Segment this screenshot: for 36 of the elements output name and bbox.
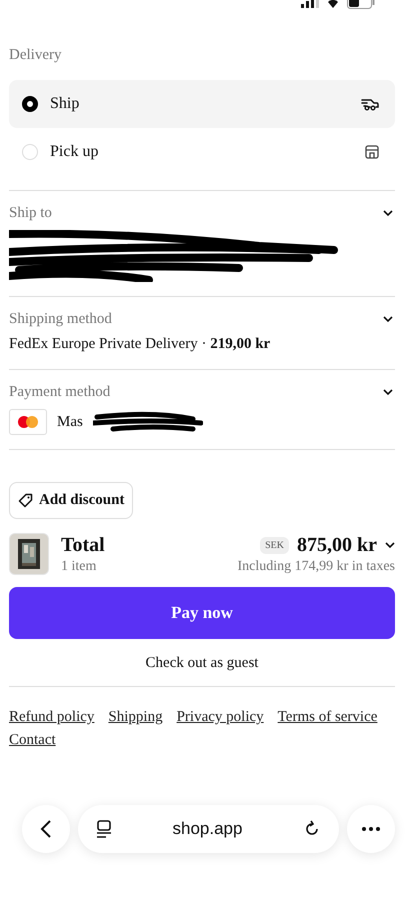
tax-note: Including 174,99 kr in taxes (238, 558, 395, 574)
pay-now-button[interactable]: Pay now (9, 587, 395, 639)
footer-link[interactable]: Privacy policy (176, 709, 264, 726)
back-button[interactable] (22, 805, 70, 853)
radio-button[interactable] (22, 96, 38, 112)
item-count: 1 item (61, 558, 98, 574)
total-label: Total (61, 534, 105, 556)
card-brand-icon (9, 409, 47, 435)
chevron-down-icon[interactable] (383, 389, 393, 396)
currency-badge: SEK (260, 536, 289, 554)
tag-icon (18, 493, 33, 508)
chevron-down-icon[interactable] (383, 316, 393, 323)
section-title: Delivery (9, 47, 62, 64)
url-text: shop.app (172, 819, 242, 839)
card-name: Mas (57, 414, 83, 430)
total-amount: 875,00 kr (297, 534, 377, 556)
add-discount-button[interactable]: Add discount (9, 482, 134, 519)
footer-link[interactable]: Refund policy (9, 709, 94, 726)
section-title: Shipping method (9, 311, 112, 328)
footer-link[interactable]: Contact (9, 732, 56, 749)
store-icon (365, 145, 379, 159)
address-bar[interactable]: shop.app (78, 805, 339, 853)
tabs-icon[interactable] (96, 820, 112, 838)
shipping-method-value: FedEx Europe Private Delivery · 219,00 kr (9, 336, 272, 353)
delivery-option[interactable]: Ship (9, 80, 395, 128)
chevron-down-icon[interactable] (383, 210, 393, 217)
section-title: Ship to (9, 205, 52, 222)
delivery-option[interactable]: Pick up (9, 128, 395, 176)
truck-icon (361, 97, 379, 111)
chevron-down-icon[interactable] (385, 542, 395, 548)
section-title: Payment method (9, 384, 110, 401)
more-dots-icon (361, 826, 381, 832)
chevron-left-icon (40, 819, 52, 839)
guest-checkout-link[interactable]: Check out as guest (146, 655, 258, 672)
footer-link[interactable]: Terms of service (278, 709, 378, 726)
footer-link[interactable]: Shipping (108, 709, 163, 726)
